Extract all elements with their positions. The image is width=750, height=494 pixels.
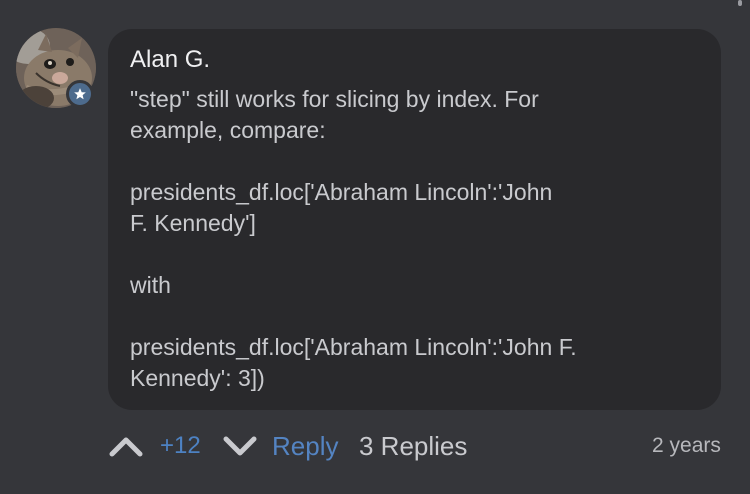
chevron-down-icon (223, 436, 257, 456)
chevron-up-icon (109, 437, 143, 457)
downvote-button[interactable] (222, 425, 260, 467)
comment-author[interactable]: Alan G. (130, 45, 210, 75)
reply-button[interactable]: Reply (272, 425, 338, 467)
comment-actions: +12 Reply 3 Replies 2 years (0, 425, 750, 467)
replies-link[interactable]: 3 Replies (359, 425, 467, 467)
comment-text: "step" still works for slicing by index.… (130, 86, 577, 391)
vote-count: +12 (160, 432, 201, 459)
upvote-button[interactable] (108, 425, 146, 467)
comment-timestamp: 2 years (652, 434, 721, 457)
star-badge-icon (66, 80, 94, 108)
scroll-indicator[interactable] (738, 0, 742, 6)
